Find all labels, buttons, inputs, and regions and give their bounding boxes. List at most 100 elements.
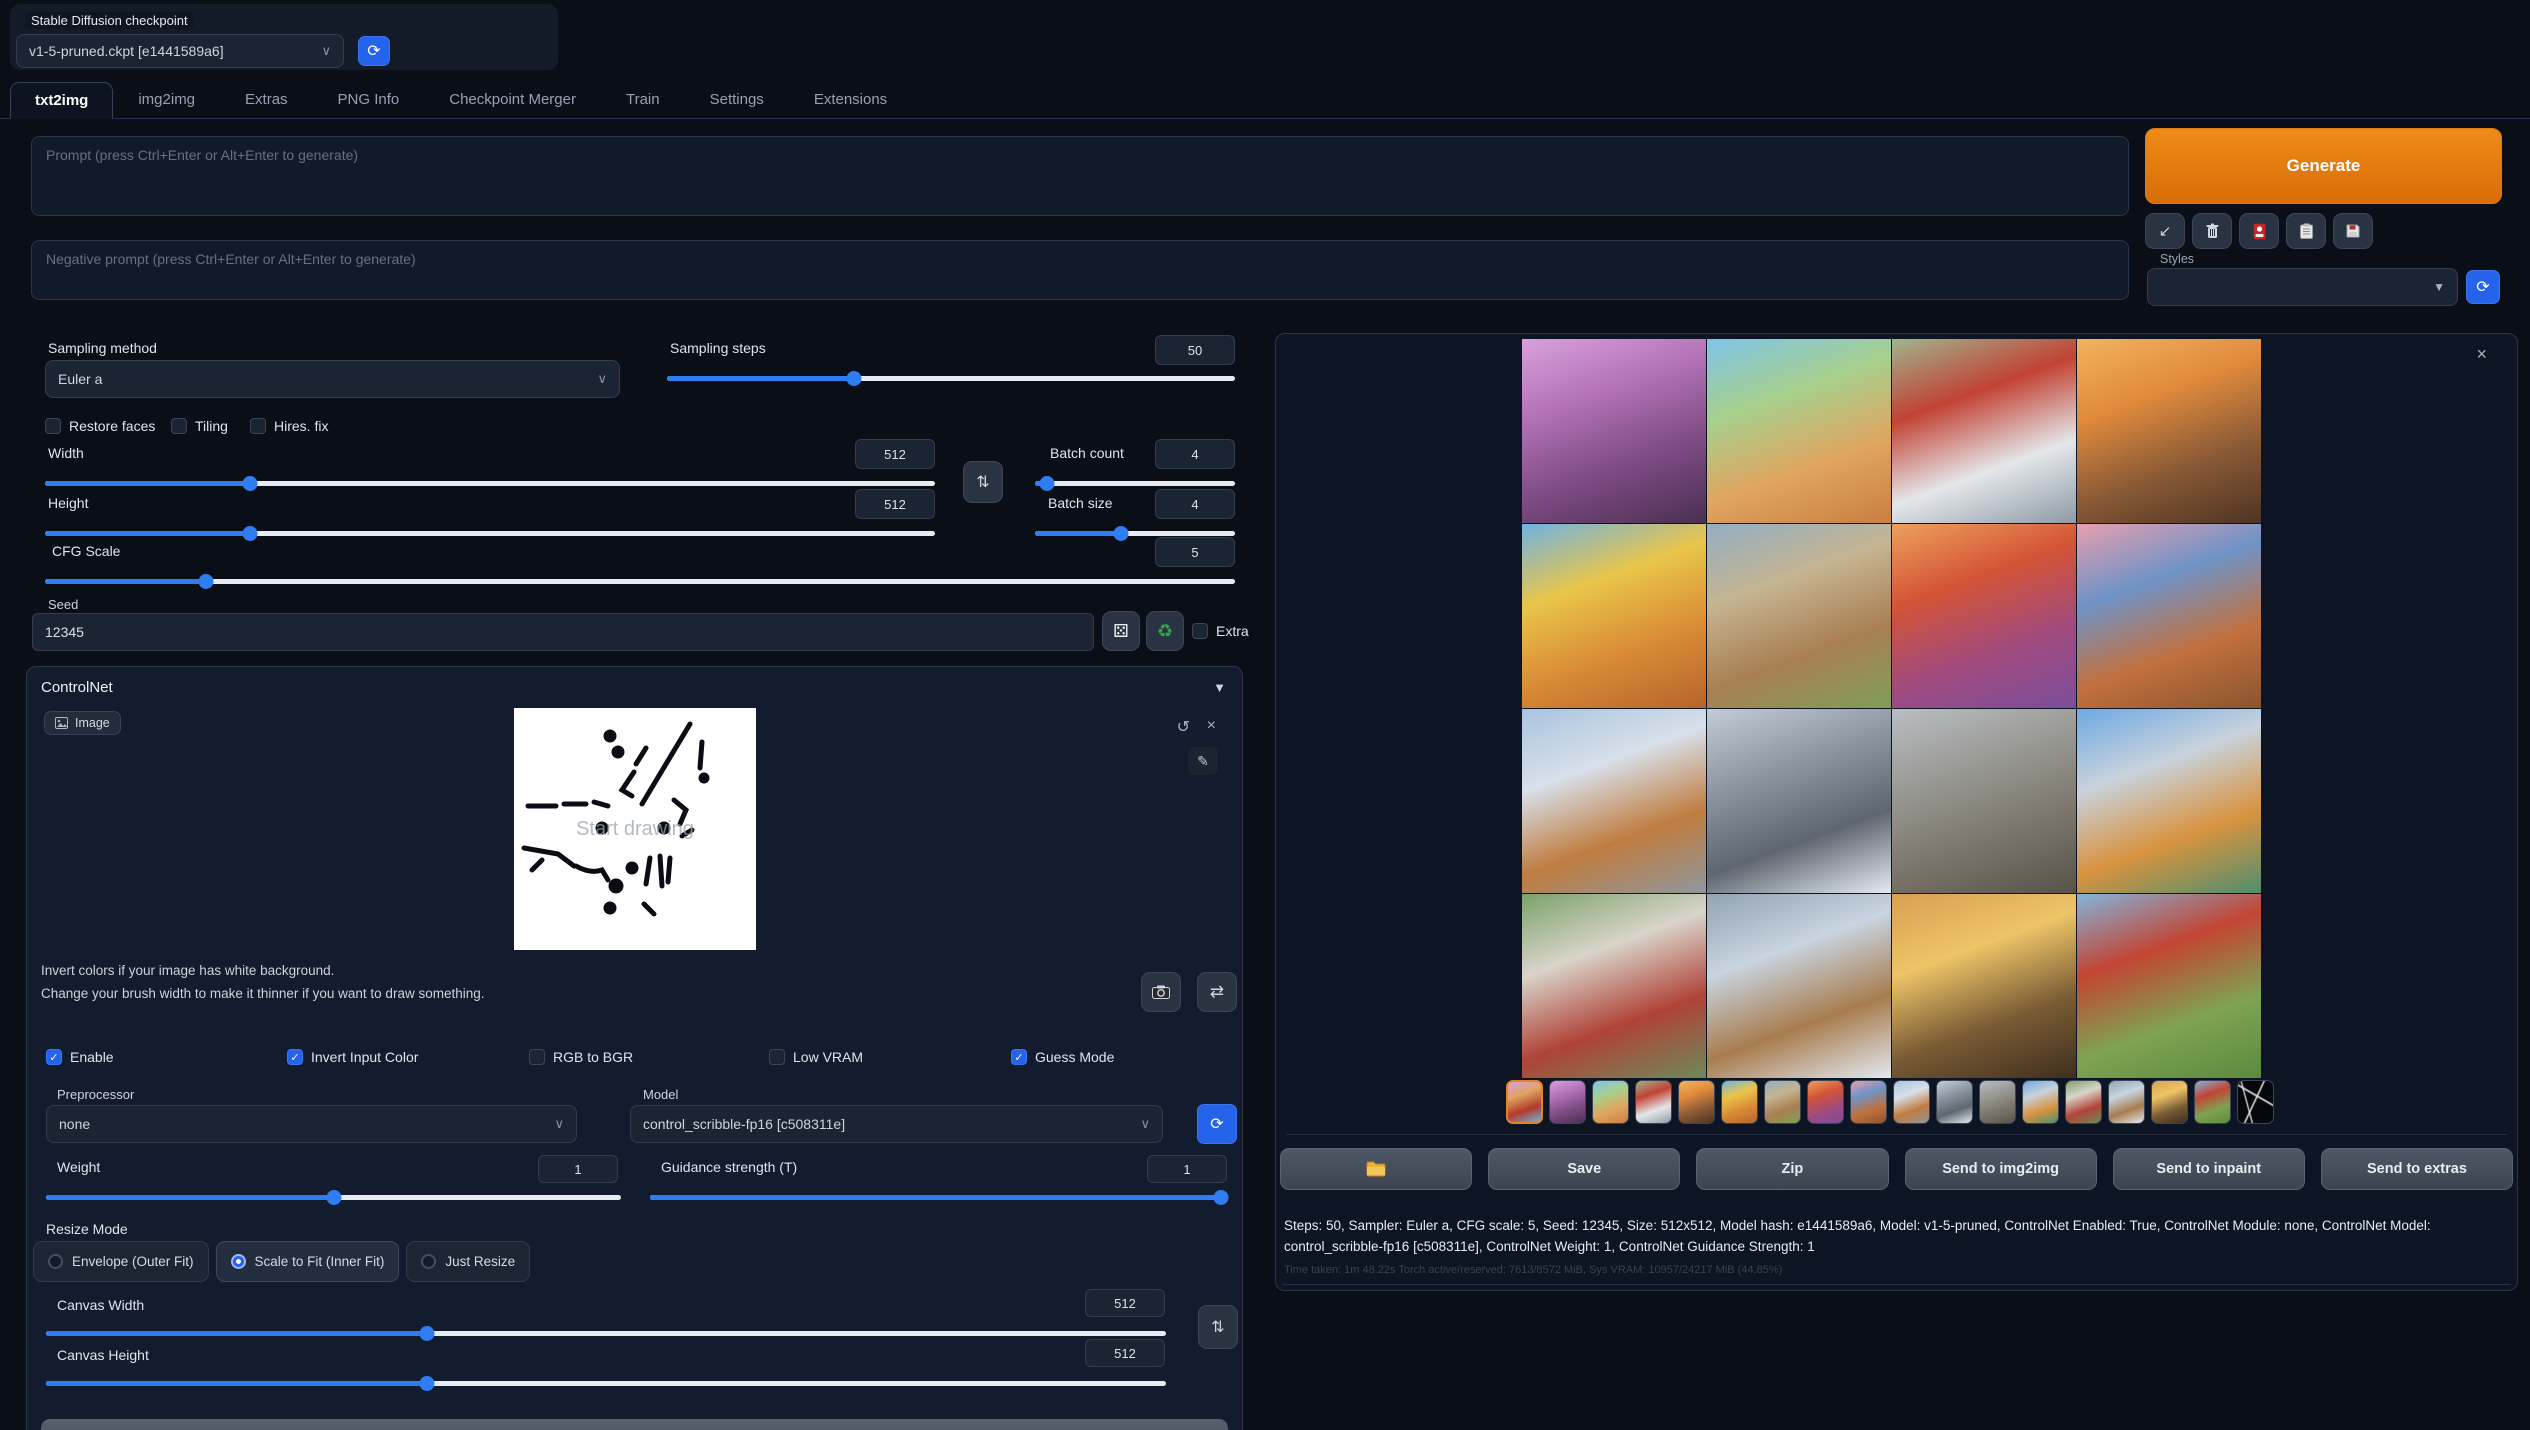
checkbox-box[interactable] bbox=[46, 1049, 62, 1065]
guidance-strength-slider[interactable] bbox=[650, 1189, 1227, 1205]
send-to-img2img-button[interactable]: Send to img2img bbox=[1905, 1148, 2097, 1190]
tab-extras[interactable]: Extras bbox=[220, 81, 313, 118]
reuse-seed-button[interactable]: ♻ bbox=[1146, 611, 1184, 651]
negative-prompt-input[interactable] bbox=[31, 240, 2129, 300]
gallery-image[interactable] bbox=[1522, 894, 1706, 1078]
undo-icon[interactable]: ↺ bbox=[1177, 717, 1190, 737]
gallery-image[interactable] bbox=[1707, 709, 1891, 893]
thumbnail[interactable] bbox=[1893, 1080, 1930, 1124]
gallery-image[interactable] bbox=[2077, 339, 2261, 523]
gallery-image[interactable] bbox=[1522, 709, 1706, 893]
height-slider[interactable] bbox=[45, 525, 935, 541]
close-canvas-icon[interactable]: × bbox=[1207, 717, 1216, 735]
zip-button[interactable]: Zip bbox=[1696, 1148, 1888, 1190]
gallery-image[interactable] bbox=[2077, 894, 2261, 1078]
apply-styles-button[interactable] bbox=[2286, 213, 2326, 249]
send-to-extras-button[interactable]: Send to extras bbox=[2321, 1148, 2513, 1190]
thumbnail[interactable] bbox=[2194, 1080, 2231, 1124]
controlnet-enable-checkbox[interactable]: Enable bbox=[46, 1049, 114, 1065]
controlnet-model-refresh-button[interactable]: ⟳ bbox=[1197, 1104, 1237, 1144]
clear-prompt-button[interactable] bbox=[2192, 213, 2232, 249]
tab-extensions[interactable]: Extensions bbox=[789, 81, 912, 118]
checkpoint-refresh-button[interactable]: ⟳ bbox=[358, 36, 390, 66]
gallery-image[interactable] bbox=[1707, 339, 1891, 523]
rgb-to-bgr-checkbox[interactable]: RGB to BGR bbox=[529, 1049, 633, 1065]
controlnet-canvas[interactable]: Start drawing bbox=[514, 708, 756, 950]
checkbox-box[interactable] bbox=[1192, 623, 1208, 639]
thumbnail[interactable] bbox=[1936, 1080, 1973, 1124]
radio-icon[interactable] bbox=[231, 1254, 246, 1269]
resize-option-scale-to-fit[interactable]: Scale to Fit (Inner Fit) bbox=[216, 1241, 400, 1282]
checkbox-box[interactable] bbox=[287, 1049, 303, 1065]
width-slider[interactable] bbox=[45, 475, 935, 491]
tab-settings[interactable]: Settings bbox=[685, 81, 789, 118]
cfg-scale-input[interactable] bbox=[1155, 537, 1235, 567]
paste-params-button[interactable]: ↙ bbox=[2145, 213, 2185, 249]
save-style-button[interactable] bbox=[2333, 213, 2373, 249]
hires-fix-checkbox[interactable]: Hires. fix bbox=[250, 418, 328, 434]
styles-dropdown[interactable]: ▼ bbox=[2147, 268, 2458, 306]
height-input[interactable] bbox=[855, 489, 935, 519]
generate-button[interactable]: Generate bbox=[2145, 128, 2502, 204]
canvas-height-slider[interactable] bbox=[46, 1375, 1166, 1391]
gallery-image[interactable] bbox=[1707, 894, 1891, 1078]
thumbnail[interactable] bbox=[1764, 1080, 1801, 1124]
extra-networks-button[interactable] bbox=[2239, 213, 2279, 249]
sampling-steps-input[interactable] bbox=[1155, 335, 1235, 365]
radio-icon[interactable] bbox=[48, 1254, 63, 1269]
thumbnail[interactable] bbox=[1850, 1080, 1887, 1124]
radio-icon[interactable] bbox=[421, 1254, 436, 1269]
checkpoint-dropdown[interactable]: v1-5-pruned.ckpt [e1441589a6] ∨ bbox=[16, 34, 344, 68]
gallery-image[interactable] bbox=[1892, 709, 2076, 893]
tab-png-info[interactable]: PNG Info bbox=[313, 81, 425, 118]
sampling-method-dropdown[interactable]: Euler a ∨ bbox=[45, 360, 620, 398]
low-vram-checkbox[interactable]: Low VRAM bbox=[769, 1049, 863, 1065]
mirror-webcam-button[interactable]: ⇄ bbox=[1197, 972, 1237, 1012]
accordion-caret-icon[interactable]: ▼ bbox=[1213, 680, 1226, 695]
tab-checkpoint-merger[interactable]: Checkpoint Merger bbox=[424, 81, 601, 118]
width-input[interactable] bbox=[855, 439, 935, 469]
styles-refresh-button[interactable]: ⟳ bbox=[2466, 270, 2500, 304]
thumbnail-grid[interactable] bbox=[1506, 1080, 1543, 1124]
resize-option-envelope[interactable]: Envelope (Outer Fit) bbox=[33, 1241, 209, 1282]
open-folder-button[interactable] bbox=[1280, 1148, 1472, 1190]
swap-width-height-button[interactable]: ⇅ bbox=[963, 461, 1003, 503]
brush-tool-button[interactable]: ✎ bbox=[1188, 747, 1218, 775]
gallery-image[interactable] bbox=[1707, 524, 1891, 708]
thumbnail-scribble[interactable] bbox=[2237, 1080, 2274, 1124]
gallery-image[interactable] bbox=[1892, 339, 2076, 523]
checkbox-box[interactable] bbox=[171, 418, 187, 434]
thumbnail[interactable] bbox=[1721, 1080, 1758, 1124]
thumbnail[interactable] bbox=[2065, 1080, 2102, 1124]
tab-train[interactable]: Train bbox=[601, 81, 685, 118]
guidance-strength-input[interactable] bbox=[1147, 1155, 1227, 1183]
gallery-image[interactable] bbox=[1892, 894, 2076, 1078]
tiling-checkbox[interactable]: Tiling bbox=[171, 418, 228, 434]
webcam-button[interactable] bbox=[1141, 972, 1181, 1012]
restore-faces-checkbox[interactable]: Restore faces bbox=[45, 418, 155, 434]
gallery-image[interactable] bbox=[1522, 339, 1706, 523]
guess-mode-checkbox[interactable]: Guess Mode bbox=[1011, 1049, 1114, 1065]
checkbox-box[interactable] bbox=[1011, 1049, 1027, 1065]
seed-extra-checkbox[interactable]: Extra bbox=[1192, 623, 1249, 639]
canvas-width-input[interactable] bbox=[1085, 1289, 1165, 1317]
save-button[interactable]: Save bbox=[1488, 1148, 1680, 1190]
collapsed-section-button[interactable] bbox=[41, 1419, 1228, 1430]
controlnet-image-tab[interactable]: Image bbox=[44, 711, 121, 735]
controlnet-model-dropdown[interactable]: control_scribble-fp16 [c508311e] ∨ bbox=[630, 1105, 1163, 1143]
checkbox-box[interactable] bbox=[250, 418, 266, 434]
cfg-scale-slider[interactable] bbox=[45, 573, 1235, 589]
weight-slider[interactable] bbox=[46, 1189, 621, 1205]
gallery-image[interactable] bbox=[1892, 524, 2076, 708]
batch-size-input[interactable] bbox=[1155, 489, 1235, 519]
send-to-inpaint-button[interactable]: Send to inpaint bbox=[2113, 1148, 2305, 1190]
checkbox-box[interactable] bbox=[45, 418, 61, 434]
random-seed-button[interactable]: ⚄ bbox=[1102, 611, 1140, 651]
gallery-image[interactable] bbox=[2077, 524, 2261, 708]
canvas-height-input[interactable] bbox=[1085, 1339, 1165, 1367]
close-results-icon[interactable]: × bbox=[2476, 344, 2487, 365]
thumbnail[interactable] bbox=[1592, 1080, 1629, 1124]
gallery-image[interactable] bbox=[1522, 524, 1706, 708]
gallery-image[interactable] bbox=[2077, 709, 2261, 893]
resize-option-just-resize[interactable]: Just Resize bbox=[406, 1241, 530, 1282]
